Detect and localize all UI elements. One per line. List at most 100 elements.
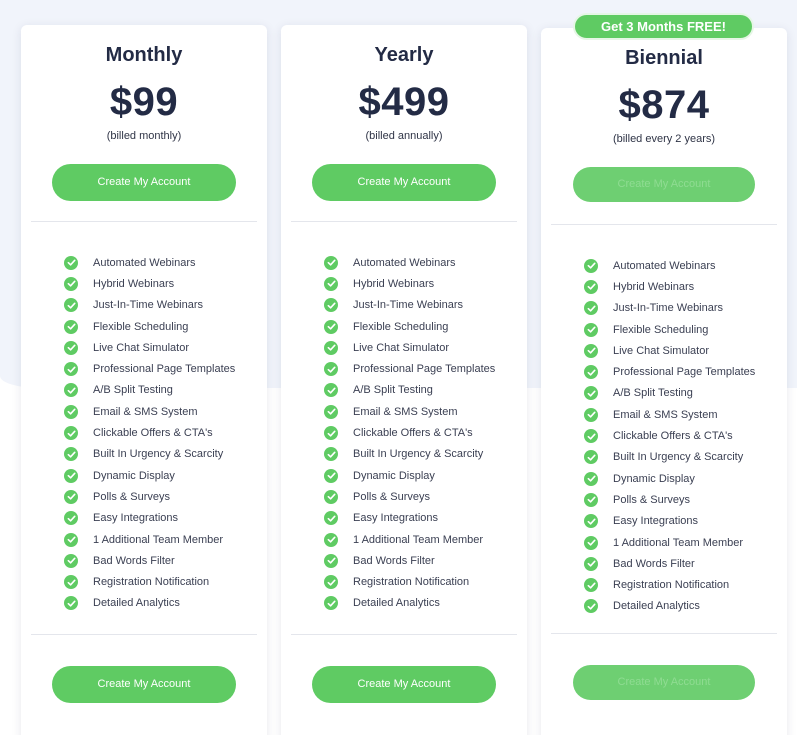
- feature-label: Live Chat Simulator: [353, 341, 449, 354]
- plan-name: Monthly: [105, 44, 183, 66]
- feature-label: Detailed Analytics: [613, 600, 700, 613]
- check-circle-icon: [64, 532, 78, 547]
- create-account-button-top[interactable]: Create My Account: [52, 164, 236, 201]
- feature-label: Professional Page Templates: [353, 363, 496, 376]
- check-circle-icon: [324, 362, 338, 377]
- create-account-button-bottom[interactable]: Create My Account: [312, 666, 496, 703]
- check-circle-icon: [324, 426, 338, 441]
- pricing-card-monthly: Monthly $99 (billed monthly) Create My A…: [21, 25, 267, 735]
- plan-name: Biennial: [625, 47, 703, 69]
- check-circle-icon: [584, 386, 598, 401]
- create-account-button-top[interactable]: Create My Account: [312, 164, 496, 201]
- feature-item: Dynamic Display: [324, 465, 495, 486]
- feature-label: Clickable Offers & CTA's: [93, 427, 213, 440]
- feature-label: Built In Urgency & Scarcity: [353, 448, 484, 461]
- pricing-card-yearly: Yearly $499 (billed annually) Create My …: [281, 25, 527, 735]
- feature-label: Dynamic Display: [613, 472, 695, 485]
- check-circle-icon: [64, 319, 78, 334]
- feature-item: Flexible Scheduling: [584, 319, 755, 340]
- feature-label: Detailed Analytics: [353, 597, 440, 610]
- check-circle-icon: [64, 511, 78, 526]
- feature-label: Just-In-Time Webinars: [93, 299, 204, 312]
- feature-item: Built In Urgency & Scarcity: [64, 444, 235, 465]
- feature-item: Flexible Scheduling: [64, 316, 235, 337]
- feature-item: Email & SMS System: [64, 401, 235, 422]
- check-circle-icon: [64, 255, 78, 270]
- check-circle-icon: [324, 404, 338, 419]
- feature-item: 1 Additional Team Member: [64, 529, 235, 550]
- feature-label: Easy Integrations: [613, 515, 698, 528]
- check-circle-icon: [64, 276, 78, 291]
- feature-label: Live Chat Simulator: [613, 344, 709, 357]
- feature-list: Automated Webinars Hybrid Webinars Just-In…: [584, 255, 755, 617]
- feature-item: Built In Urgency & Scarcity: [584, 447, 755, 468]
- feature-item: Just-In-Time Webinars: [64, 295, 235, 316]
- check-circle-icon: [64, 489, 78, 504]
- billing-note: (billed every 2 years): [612, 133, 716, 145]
- feature-label: Polls & Surveys: [613, 493, 691, 506]
- feature-item: Flexible Scheduling: [324, 316, 495, 337]
- check-circle-icon: [584, 429, 598, 444]
- feature-item: Dynamic Display: [584, 468, 755, 489]
- create-account-button-top[interactable]: Create My Account: [573, 167, 755, 202]
- feature-item: A/B Split Testing: [64, 380, 235, 401]
- feature-label: Polls & Surveys: [93, 490, 171, 503]
- check-circle-icon: [584, 450, 598, 465]
- feature-label: Automated Webinars: [93, 256, 196, 269]
- feature-item: Just-In-Time Webinars: [324, 295, 495, 316]
- check-circle-icon: [64, 362, 78, 377]
- feature-label: Email & SMS System: [93, 405, 198, 418]
- feature-label: Registration Notification: [613, 579, 730, 592]
- feature-label: Detailed Analytics: [93, 597, 180, 610]
- feature-label: A/B Split Testing: [613, 387, 693, 400]
- feature-item: Polls & Surveys: [64, 486, 235, 507]
- check-circle-icon: [324, 298, 338, 313]
- check-circle-icon: [584, 258, 598, 273]
- check-circle-icon: [584, 343, 598, 358]
- feature-label: 1 Additional Team Member: [613, 536, 744, 549]
- feature-label: Email & SMS System: [353, 405, 458, 418]
- check-circle-icon: [64, 383, 78, 398]
- check-circle-icon: [324, 532, 338, 547]
- check-circle-icon: [324, 276, 338, 291]
- divider: [291, 221, 517, 222]
- feature-item: Dynamic Display: [64, 465, 235, 486]
- feature-label: Registration Notification: [93, 576, 210, 589]
- check-circle-icon: [584, 365, 598, 380]
- feature-item: Clickable Offers & CTA's: [324, 422, 495, 443]
- create-account-button-bottom[interactable]: Create My Account: [573, 665, 755, 700]
- divider: [291, 634, 517, 635]
- check-circle-icon: [324, 468, 338, 483]
- create-account-button-bottom[interactable]: Create My Account: [52, 666, 236, 703]
- feature-item: Easy Integrations: [64, 508, 235, 529]
- feature-item: Registration Notification: [64, 571, 235, 592]
- feature-item: Polls & Surveys: [584, 489, 755, 510]
- feature-item: Automated Webinars: [64, 252, 235, 273]
- free-months-badge: Get 3 Months FREE!: [573, 13, 754, 40]
- check-circle-icon: [64, 468, 78, 483]
- divider: [31, 634, 257, 635]
- check-circle-icon: [584, 407, 598, 422]
- check-circle-icon: [584, 301, 598, 316]
- check-circle-icon: [584, 514, 598, 529]
- check-circle-icon: [64, 426, 78, 441]
- feature-item: Automated Webinars: [324, 252, 495, 273]
- check-circle-icon: [584, 535, 598, 550]
- feature-label: A/B Split Testing: [93, 384, 173, 397]
- check-circle-icon: [64, 298, 78, 313]
- feature-label: Live Chat Simulator: [93, 341, 189, 354]
- feature-item: Clickable Offers & CTA's: [64, 422, 235, 443]
- feature-item: Detailed Analytics: [64, 593, 235, 614]
- check-circle-icon: [324, 553, 338, 568]
- feature-label: Bad Words Filter: [613, 557, 695, 570]
- check-circle-icon: [584, 599, 598, 614]
- check-circle-icon: [64, 340, 78, 355]
- feature-label: Just-In-Time Webinars: [353, 299, 464, 312]
- feature-label: Clickable Offers & CTA's: [613, 430, 733, 443]
- feature-label: 1 Additional Team Member: [93, 533, 224, 546]
- feature-item: Live Chat Simulator: [584, 340, 755, 361]
- feature-list: Automated Webinars Hybrid Webinars Just-In…: [64, 252, 235, 614]
- check-circle-icon: [324, 489, 338, 504]
- check-circle-icon: [584, 471, 598, 486]
- feature-item: Hybrid Webinars: [324, 273, 495, 294]
